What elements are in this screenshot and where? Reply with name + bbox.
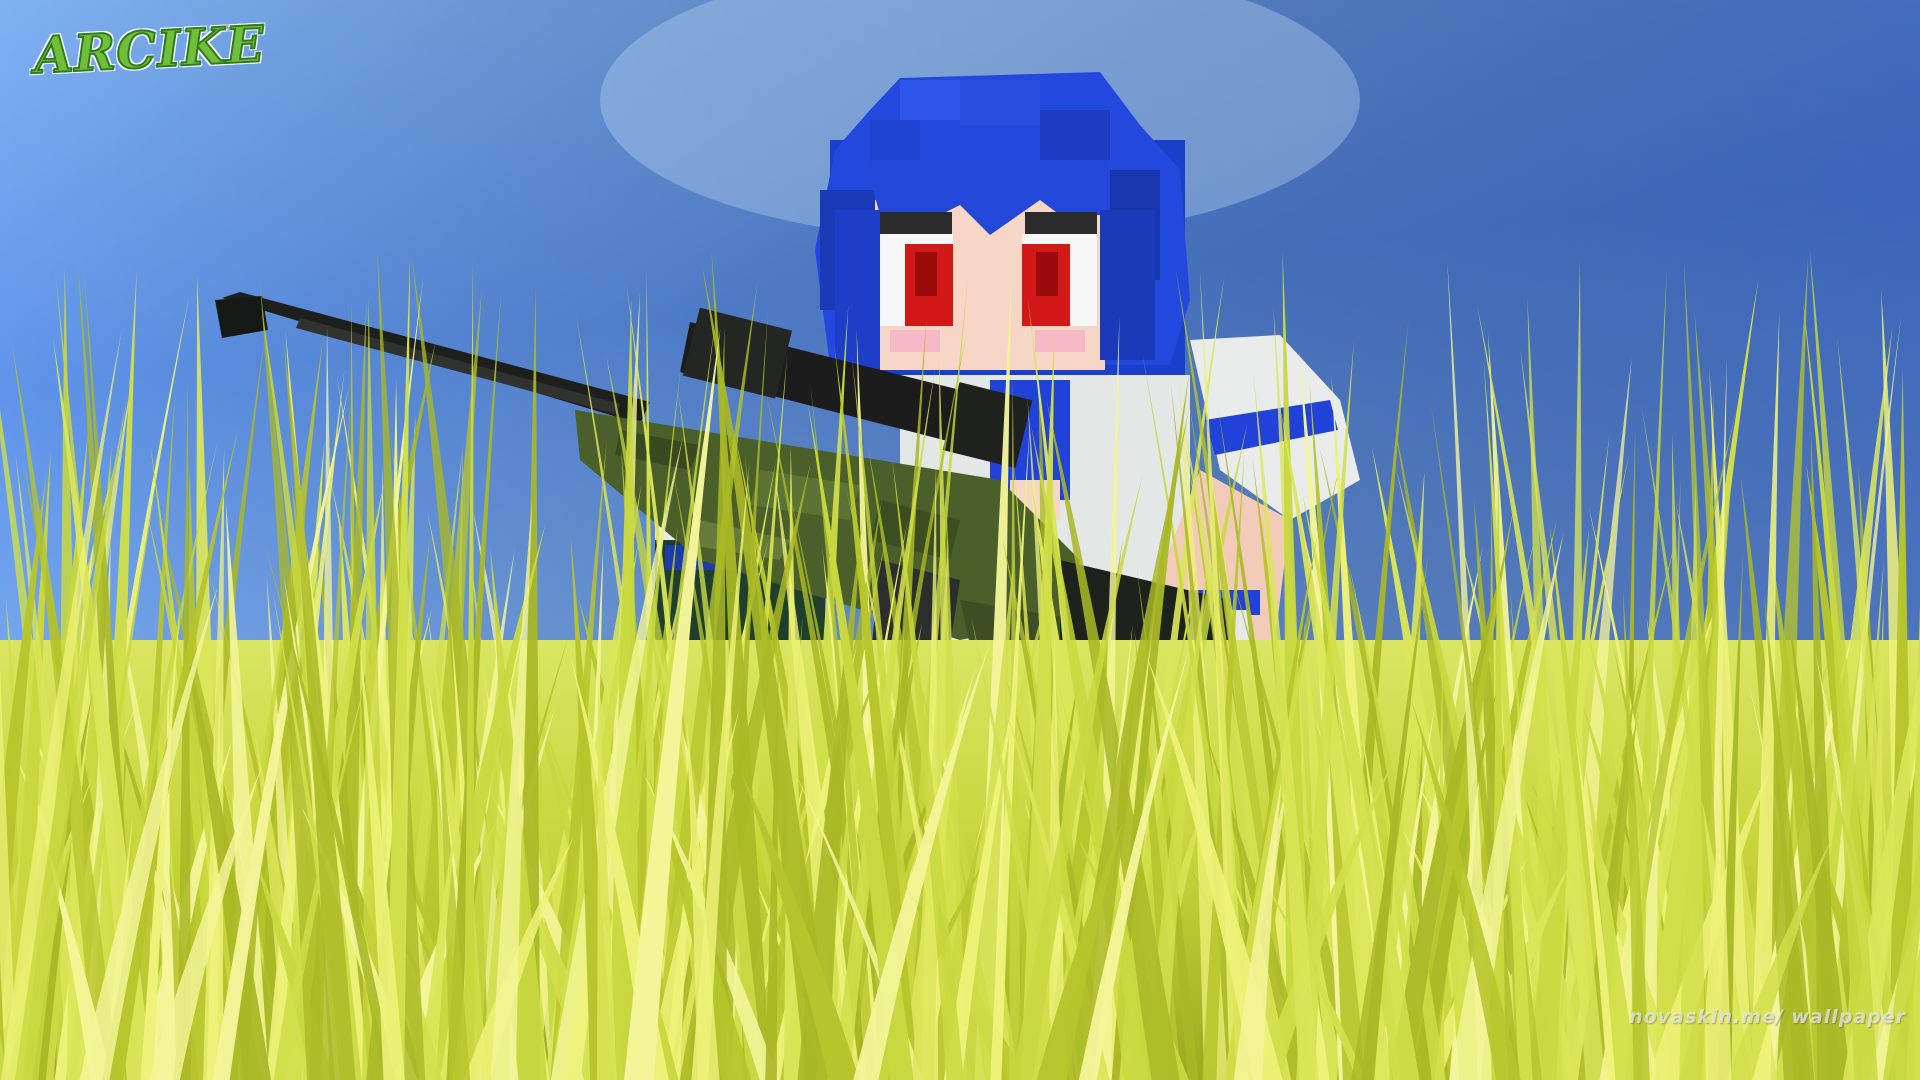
scene-artwork bbox=[0, 0, 1920, 1080]
logo-text: ARCIKE bbox=[32, 13, 268, 86]
wallpaper-scene: ARCIKE novaskin.me/ wallpaper bbox=[0, 0, 1920, 1080]
arcike-logo: ARCIKE bbox=[18, 10, 268, 94]
watermark-text: novaskin.me/ wallpaper bbox=[1629, 1006, 1906, 1028]
